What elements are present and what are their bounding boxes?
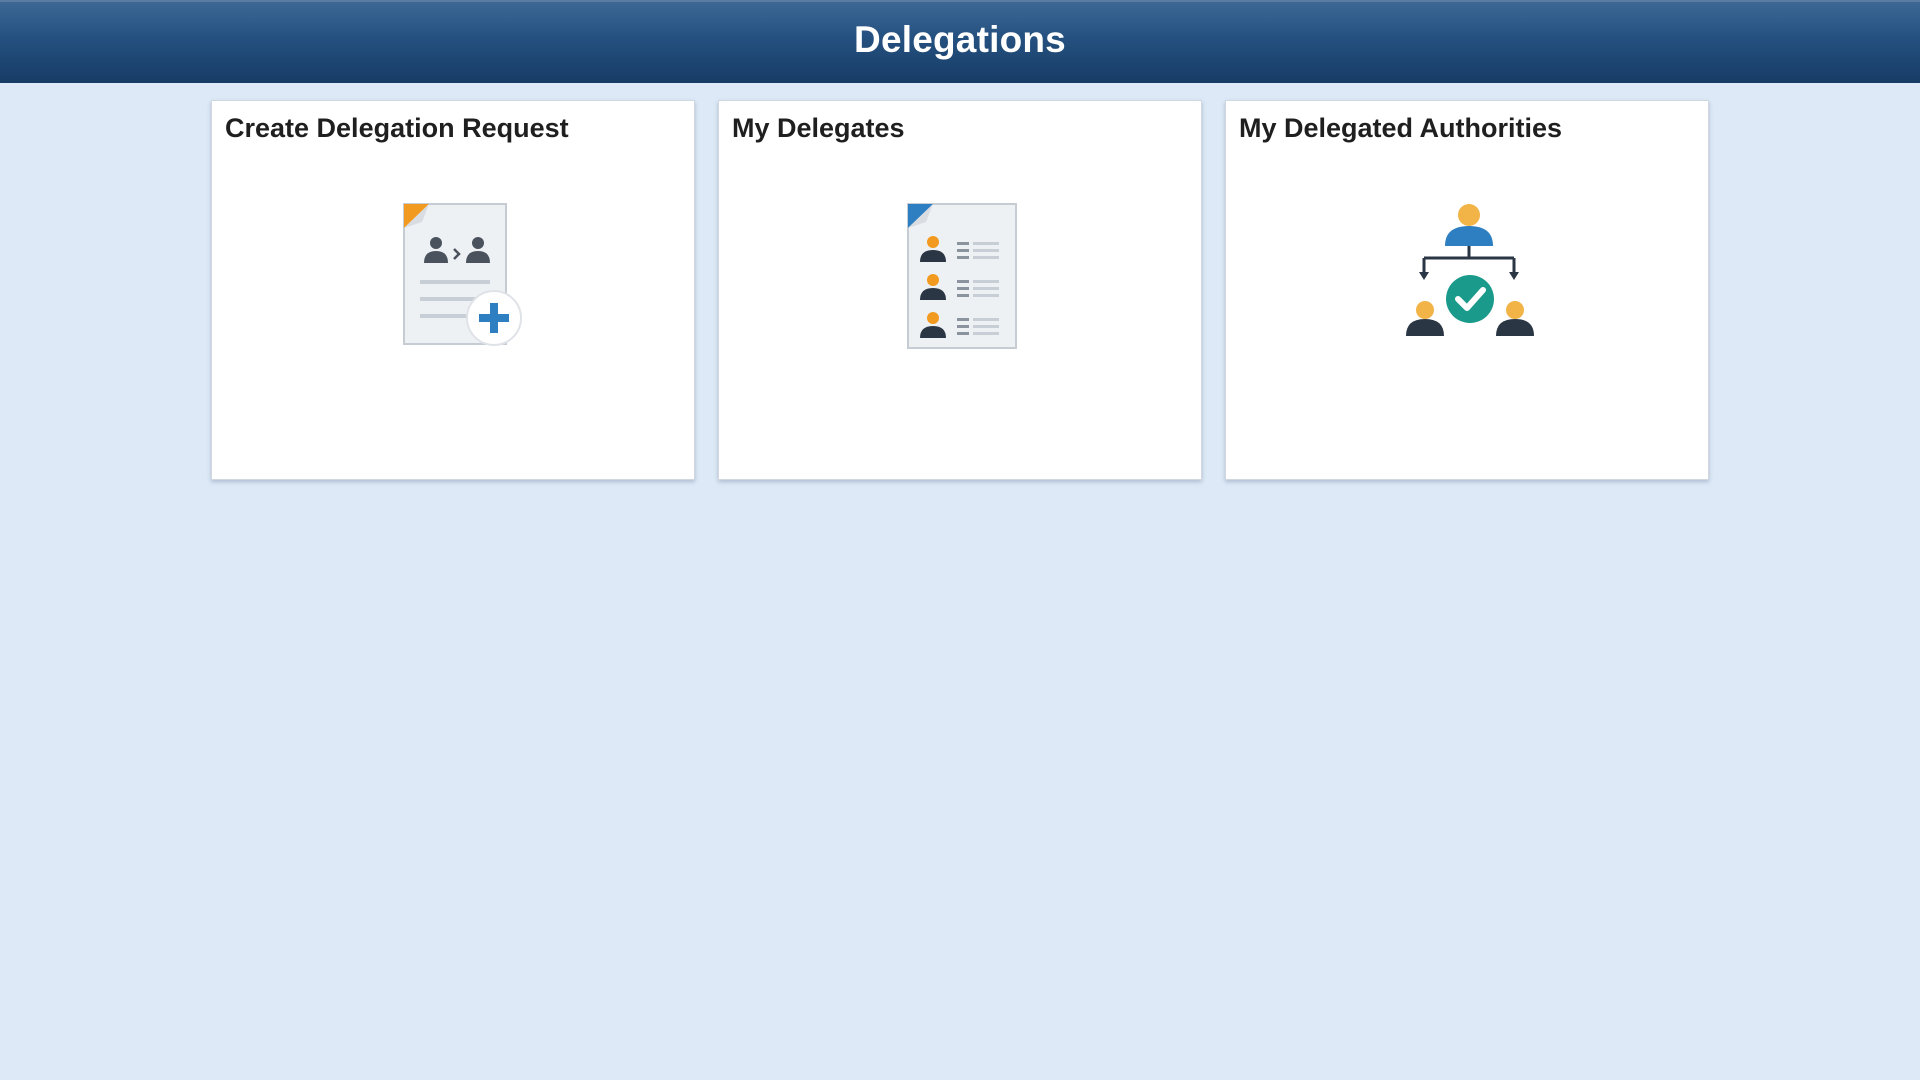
delegated-authorities-icon <box>1398 196 1538 356</box>
tile-grid: Create Delegation Request My Delegates M… <box>0 0 1920 1080</box>
tile-title: My Delegates <box>732 113 905 143</box>
tile-my-delegated-authorities[interactable]: My Delegated Authorities <box>1225 100 1709 480</box>
my-delegates-icon <box>891 196 1031 356</box>
tile-my-delegates[interactable]: My Delegates <box>718 100 1202 480</box>
create-delegation-request-icon <box>384 196 524 356</box>
tile-title: My Delegated Authorities <box>1239 113 1563 143</box>
tile-create-delegation-request[interactable]: Create Delegation Request <box>211 100 695 480</box>
tile-title: Create Delegation Request <box>225 113 569 143</box>
